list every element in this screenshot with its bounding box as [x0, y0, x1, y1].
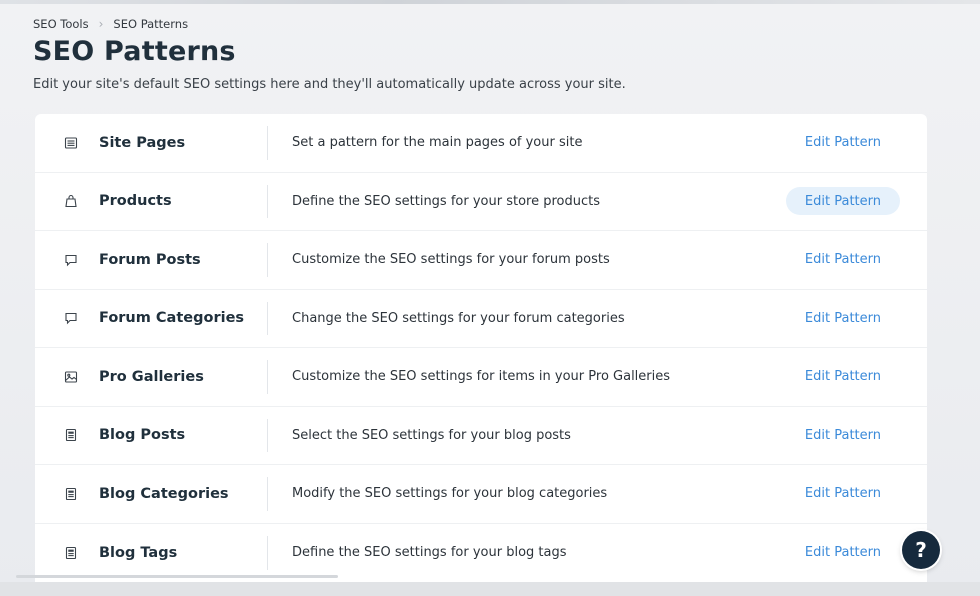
- edit-pattern-button[interactable]: Edit Pattern: [786, 363, 900, 391]
- pattern-row-products: Products Define the SEO settings for you…: [35, 173, 927, 231]
- chat-icon: [63, 310, 79, 326]
- divider: [267, 184, 268, 218]
- pattern-row-site-pages: Site Pages Set a pattern for the main pa…: [35, 114, 927, 173]
- pattern-name: Products: [99, 193, 172, 210]
- pattern-description: Customize the SEO settings for items in …: [292, 369, 671, 385]
- pattern-row-blog-posts: Blog Posts Select the SEO settings for y…: [35, 407, 927, 465]
- divider: [267, 126, 268, 160]
- seo-patterns-page: SEO Tools › SEO Patterns SEO Patterns Ed…: [0, 0, 980, 596]
- divider: [267, 301, 268, 335]
- pattern-name: Blog Tags: [99, 544, 178, 561]
- pattern-row-forum-posts: Forum Posts Customize the SEO settings f…: [35, 231, 927, 290]
- divider: [267, 243, 268, 277]
- edit-pattern-button[interactable]: Edit Pattern: [786, 246, 900, 274]
- horizontal-scrollbar[interactable]: [16, 575, 338, 578]
- document-icon: [63, 545, 79, 561]
- divider: [267, 535, 268, 570]
- top-border: [0, 0, 980, 4]
- document-icon: [63, 427, 79, 443]
- pattern-name: Pro Galleries: [99, 368, 204, 385]
- pattern-name: Site Pages: [99, 134, 186, 151]
- edit-pattern-button[interactable]: Edit Pattern: [786, 421, 900, 449]
- divider: [267, 360, 268, 394]
- breadcrumb: SEO Tools › SEO Patterns: [33, 17, 188, 31]
- chevron-right-icon: ›: [98, 17, 104, 31]
- pattern-name: Blog Posts: [99, 427, 186, 444]
- pattern-row-forum-categories: Forum Categories Change the SEO settings…: [35, 290, 927, 348]
- pattern-description: Define the SEO settings for your store p…: [292, 193, 600, 209]
- divider: [267, 477, 268, 511]
- patterns-list: Site Pages Set a pattern for the main pa…: [35, 114, 927, 582]
- edit-pattern-button[interactable]: Edit Pattern: [786, 129, 900, 157]
- chat-icon: [63, 252, 79, 268]
- pattern-row-pro-galleries: Pro Galleries Customize the SEO settings…: [35, 348, 927, 407]
- bottom-edge: [0, 582, 980, 596]
- pattern-description: Select the SEO settings for your blog po…: [292, 427, 571, 443]
- divider: [267, 418, 268, 452]
- page-title: SEO Patterns: [33, 36, 236, 67]
- pattern-name: Blog Categories: [99, 485, 229, 502]
- document-icon: [63, 486, 79, 502]
- page-subtitle: Edit your site's default SEO settings he…: [33, 77, 626, 92]
- pattern-description: Modify the SEO settings for your blog ca…: [292, 486, 608, 502]
- pattern-description: Define the SEO settings for your blog ta…: [292, 545, 567, 561]
- edit-pattern-button[interactable]: Edit Pattern: [786, 480, 900, 508]
- pattern-description: Set a pattern for the main pages of your…: [292, 135, 583, 151]
- pattern-name: Forum Posts: [99, 251, 201, 268]
- bag-icon: [63, 193, 79, 209]
- breadcrumb-current: SEO Patterns: [113, 17, 189, 31]
- pattern-description: Change the SEO settings for your forum c…: [292, 310, 625, 326]
- pattern-name: Forum Categories: [99, 310, 245, 327]
- breadcrumb-seo-tools[interactable]: SEO Tools: [33, 17, 89, 31]
- help-button[interactable]: ?: [902, 531, 940, 569]
- pattern-row-blog-tags: Blog Tags Define the SEO settings for yo…: [35, 524, 927, 583]
- edit-pattern-button[interactable]: Edit Pattern: [785, 187, 900, 216]
- pattern-row-blog-categories: Blog Categories Modify the SEO settings …: [35, 465, 927, 524]
- pattern-description: Customize the SEO settings for your foru…: [292, 252, 610, 268]
- edit-pattern-button[interactable]: Edit Pattern: [786, 304, 900, 332]
- image-icon: [63, 369, 79, 385]
- page-icon: [63, 135, 79, 151]
- edit-pattern-button[interactable]: Edit Pattern: [786, 539, 900, 567]
